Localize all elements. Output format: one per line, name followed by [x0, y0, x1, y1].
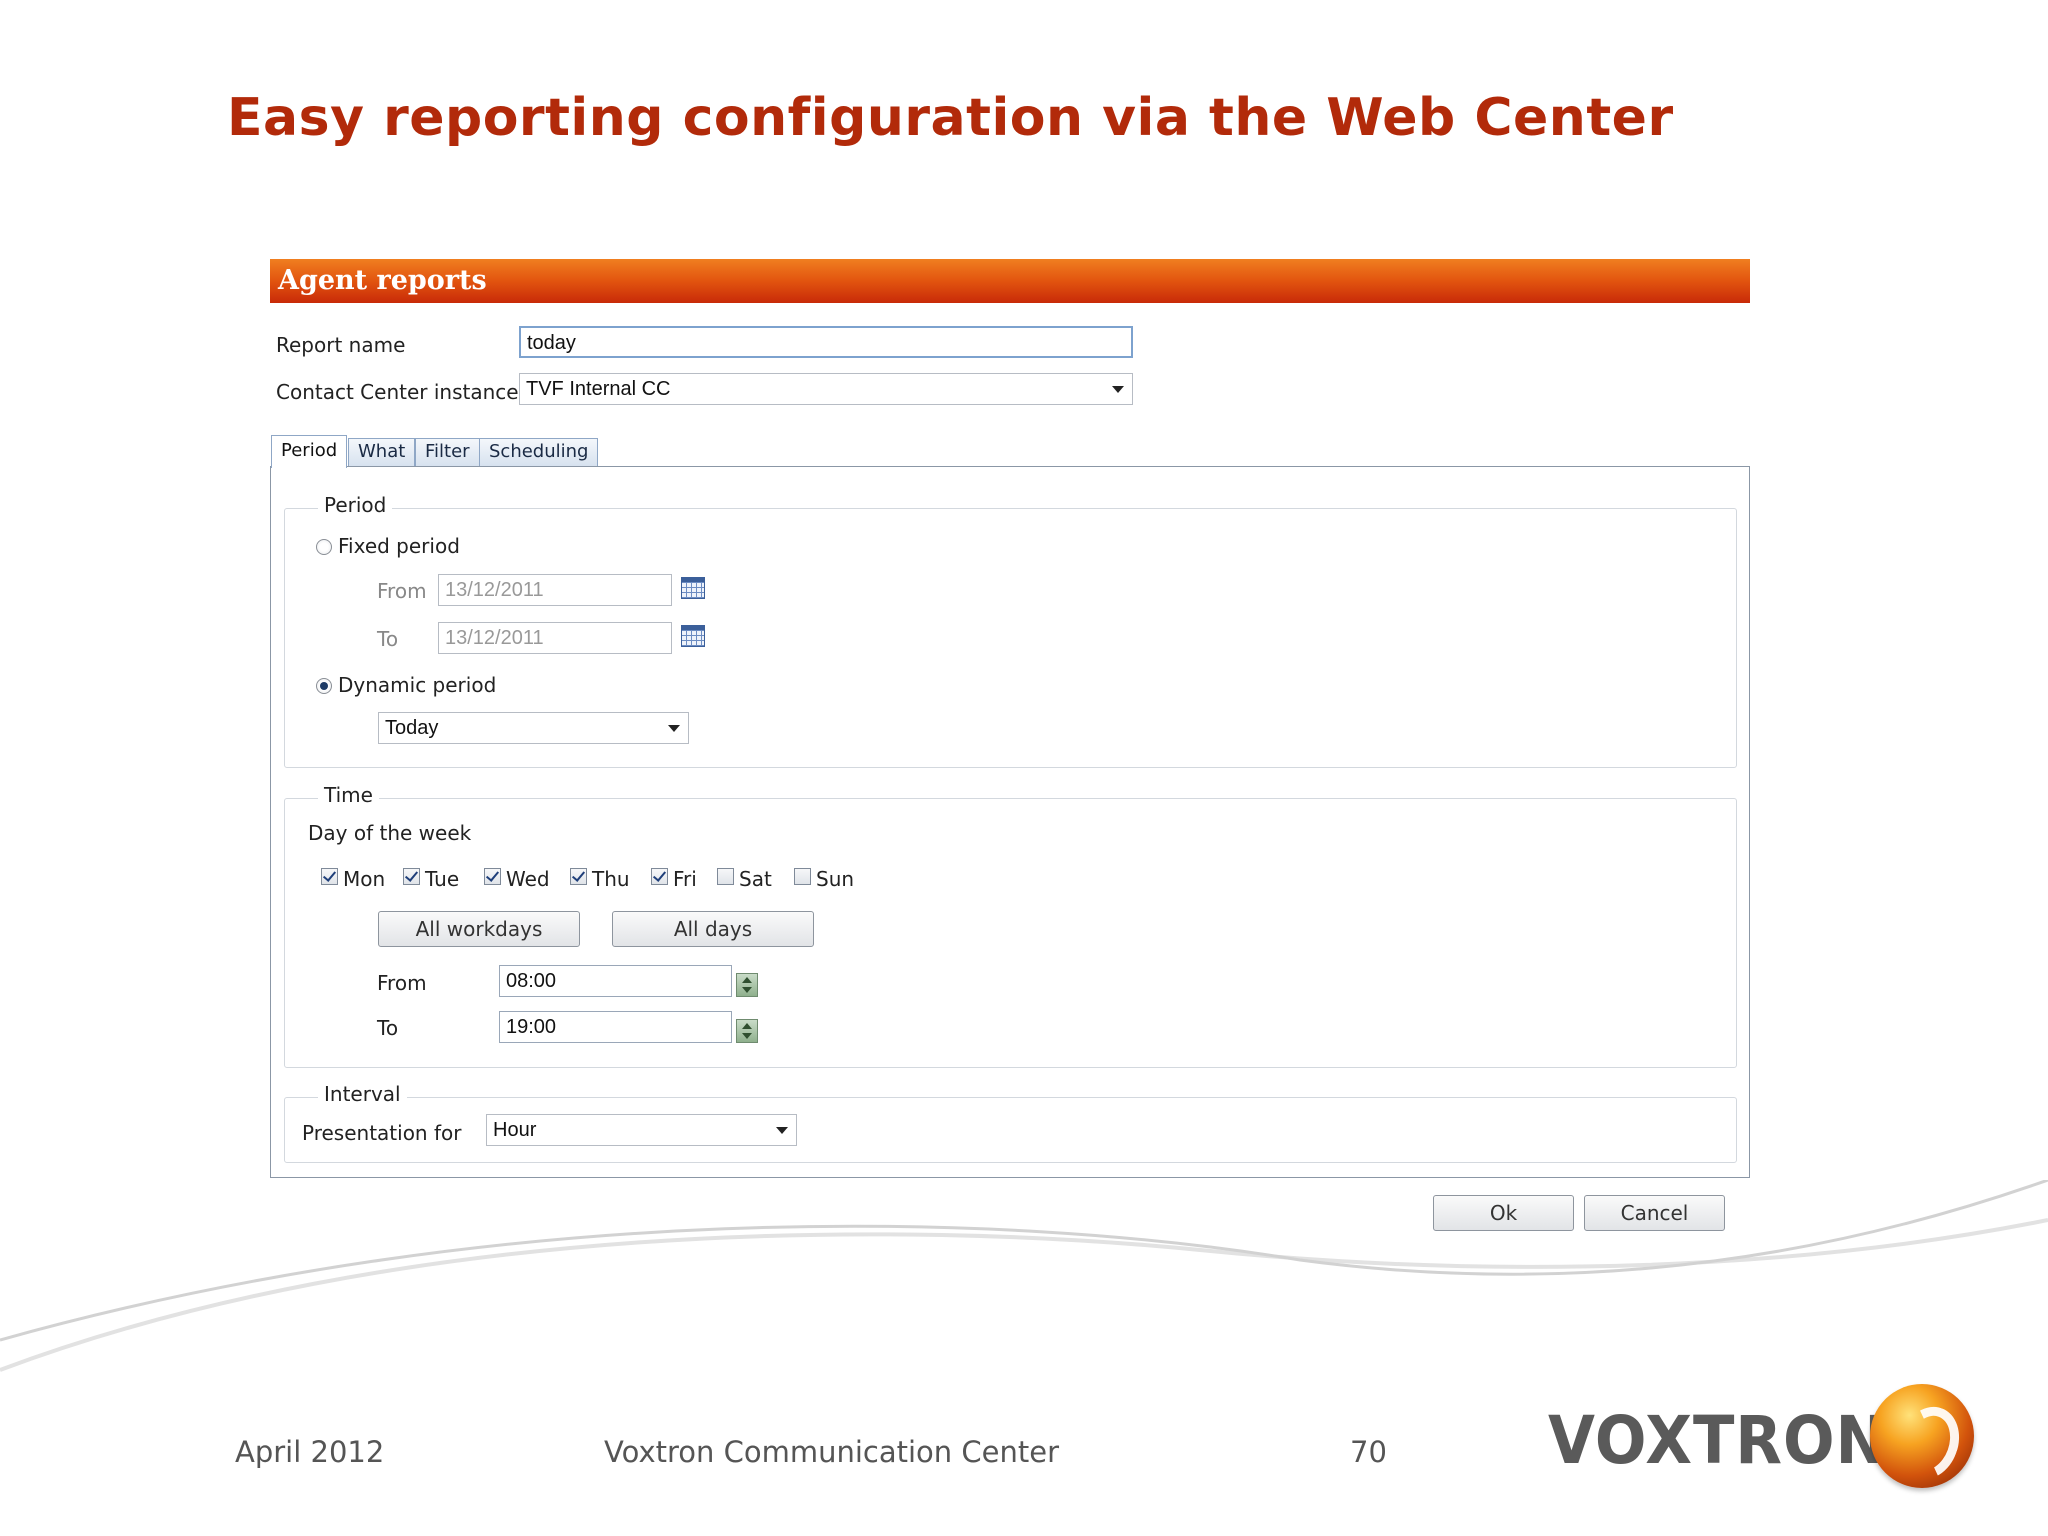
dialog-header: Agent reports — [270, 259, 1750, 303]
slide-title: Easy reporting configuration via the Web… — [227, 88, 1674, 148]
day-label-tue: Tue — [425, 867, 460, 891]
all-days-button[interactable]: All days — [612, 911, 814, 947]
dynamic-period-radio[interactable] — [316, 678, 332, 694]
time-from-label: From — [377, 971, 427, 995]
footer-product: Voxtron Communication Center — [604, 1435, 1059, 1469]
day-of-week-label: Day of the week — [308, 821, 472, 845]
time-to-label: To — [377, 1016, 399, 1040]
instance-label: Contact Center instance — [276, 380, 519, 404]
presentation-label: Presentation for — [302, 1121, 462, 1145]
day-checkbox-sat[interactable] — [717, 868, 734, 885]
presentation-select[interactable]: Hour — [486, 1114, 797, 1146]
tab-panel-period: Period Fixed period From 13/12/2011 To 1… — [270, 466, 1750, 1178]
day-checkbox-fri[interactable] — [651, 868, 668, 885]
time-from-input[interactable]: 08:00 — [499, 965, 732, 997]
instance-select-value: TVF Internal CC — [526, 378, 671, 400]
decorative-swoosh — [0, 1180, 2048, 1372]
dynamic-period-value: Today — [385, 717, 439, 739]
voxtron-logo-icon — [1870, 1384, 1974, 1488]
tab-scheduling[interactable]: Scheduling — [479, 438, 599, 466]
chevron-down-icon[interactable] — [668, 725, 680, 732]
day-label-sat: Sat — [739, 867, 772, 891]
period-legend: Period — [318, 493, 393, 517]
presentation-value: Hour — [493, 1119, 537, 1141]
fixed-period-radio[interactable] — [316, 539, 332, 555]
chevron-down-icon[interactable] — [1112, 386, 1124, 393]
day-checkbox-tue[interactable] — [403, 868, 420, 885]
fixed-to-label: To — [377, 627, 399, 651]
day-checkbox-wed[interactable] — [484, 868, 501, 885]
fixed-from-label: From — [377, 579, 427, 603]
voxtron-logo-text: VOXTRON — [1548, 1402, 1888, 1479]
time-to-spinner-icon[interactable] — [736, 1019, 758, 1043]
all-workdays-button[interactable]: All workdays — [378, 911, 580, 947]
fixed-to-input[interactable]: 13/12/2011 — [438, 622, 672, 654]
instance-select[interactable]: TVF Internal CC — [519, 373, 1133, 405]
calendar-icon[interactable] — [681, 577, 705, 599]
day-label-fri: Fri — [673, 867, 697, 891]
ok-button[interactable]: Ok — [1433, 1195, 1574, 1231]
footer-page-number: 70 — [1350, 1435, 1387, 1469]
day-checkbox-thu[interactable] — [570, 868, 587, 885]
time-from-spinner-icon[interactable] — [736, 973, 758, 997]
time-legend: Time — [318, 783, 379, 807]
cancel-button[interactable]: Cancel — [1584, 1195, 1725, 1231]
day-checkbox-sun[interactable] — [794, 868, 811, 885]
fixed-period-label: Fixed period — [338, 534, 460, 558]
report-name-input[interactable]: today — [519, 326, 1133, 358]
chevron-down-icon[interactable] — [776, 1127, 788, 1134]
dynamic-period-label: Dynamic period — [338, 673, 497, 697]
time-to-input[interactable]: 19:00 — [499, 1011, 732, 1043]
dynamic-period-select[interactable]: Today — [378, 712, 689, 744]
tab-period[interactable]: Period — [271, 435, 348, 468]
footer-date: April 2012 — [235, 1435, 385, 1469]
report-name-label: Report name — [276, 333, 406, 357]
day-checkbox-mon[interactable] — [321, 868, 338, 885]
tab-filter[interactable]: Filter — [415, 438, 480, 466]
day-label-thu: Thu — [592, 867, 630, 891]
fixed-from-input[interactable]: 13/12/2011 — [438, 574, 672, 606]
interval-legend: Interval — [318, 1082, 407, 1106]
calendar-icon[interactable] — [681, 625, 705, 647]
day-label-sun: Sun — [816, 867, 855, 891]
day-label-mon: Mon — [343, 867, 386, 891]
tab-what[interactable]: What — [348, 438, 416, 466]
day-label-wed: Wed — [506, 867, 550, 891]
